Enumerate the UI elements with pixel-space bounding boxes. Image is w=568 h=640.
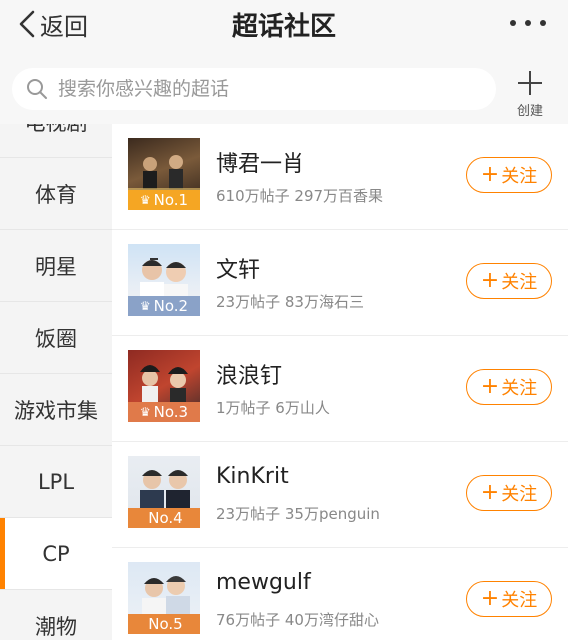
rank-badge: No.4 bbox=[128, 508, 200, 528]
top-nav-bar: 返回 超话社区 bbox=[0, 0, 568, 56]
search-bar-row: 创建 bbox=[0, 56, 568, 124]
crown-icon: ♛ bbox=[139, 299, 151, 313]
list-item[interactable]: No.5 mewgulf 76万帖子 40万湾仔甜心 + 关注 bbox=[112, 548, 568, 640]
sidebar-item-label: 饭圈 bbox=[35, 326, 77, 351]
list-item[interactable]: ♛ No.1 博君一肖 610万帖子 297万百香果 + 关注 bbox=[112, 124, 568, 230]
topic-name: KinKrit bbox=[216, 464, 289, 489]
crown-icon: ♛ bbox=[139, 405, 151, 419]
sidebar-item-lpl[interactable]: LPL bbox=[0, 446, 112, 518]
follow-label: 关注 bbox=[501, 590, 538, 611]
create-label: 创建 bbox=[516, 104, 543, 119]
topic-cover-image: ♛ No.3 bbox=[128, 350, 200, 422]
topic-cover-image: ♛ No.1 bbox=[128, 138, 200, 210]
search-box[interactable] bbox=[12, 68, 496, 110]
topic-cover-image: ♛ No.2 bbox=[128, 244, 200, 316]
follow-label: 关注 bbox=[501, 378, 538, 399]
topic-cover-image: No.4 bbox=[128, 456, 200, 528]
follow-button[interactable]: + 关注 bbox=[466, 369, 552, 405]
list-item[interactable]: ♛ No.3 浪浪钉 1万帖子 6万山人 + 关注 bbox=[112, 336, 568, 442]
follow-label: 关注 bbox=[501, 272, 538, 293]
rank-label: No.5 bbox=[148, 615, 183, 633]
list-item[interactable]: ♛ No.2 文轩 23万帖子 83万海石三 + 关注 bbox=[112, 230, 568, 336]
plus-icon: + bbox=[480, 162, 500, 187]
follow-button[interactable]: + 关注 bbox=[466, 475, 552, 511]
follow-button[interactable]: + 关注 bbox=[466, 581, 552, 617]
rank-badge: ♛ No.2 bbox=[128, 296, 200, 316]
sidebar-item-label: 明星 bbox=[35, 254, 77, 279]
follow-button[interactable]: + 关注 bbox=[466, 157, 552, 193]
sidebar-item-label: 游戏市集 bbox=[14, 398, 98, 423]
topic-list: ♛ No.1 博君一肖 610万帖子 297万百香果 + 关注 ♛ No.2 文轩 2… bbox=[112, 124, 568, 640]
topic-name: 浪浪钉 bbox=[216, 364, 283, 389]
sidebar-item-label: 体育 bbox=[35, 182, 77, 207]
sidebar-item-tv[interactable]: 电视剧 bbox=[0, 124, 112, 158]
rank-badge: ♛ No.1 bbox=[128, 190, 200, 210]
topic-name: 文轩 bbox=[216, 258, 261, 283]
sidebar-item-game-market[interactable]: 游戏市集 bbox=[0, 374, 112, 446]
topic-stats: 23万帖子 35万penguin bbox=[216, 505, 380, 523]
search-input[interactable] bbox=[56, 77, 460, 101]
page-title: 超话社区 bbox=[231, 12, 336, 42]
sidebar-item-celebrities[interactable]: 明星 bbox=[0, 230, 112, 302]
crown-icon: ♛ bbox=[139, 193, 151, 207]
rank-badge: ♛ No.3 bbox=[128, 402, 200, 422]
topic-name: 博君一肖 bbox=[216, 152, 305, 177]
sidebar-item-fandom[interactable]: 饭圈 bbox=[0, 302, 112, 374]
search-icon bbox=[27, 79, 47, 99]
sidebar-item-label: CP bbox=[42, 541, 70, 566]
plus-icon: + bbox=[480, 374, 500, 399]
list-item[interactable]: No.4 KinKrit 23万帖子 35万penguin + 关注 bbox=[112, 442, 568, 548]
sidebar-item-trends[interactable]: 潮物 bbox=[0, 590, 112, 640]
sidebar-item-label: 潮物 bbox=[35, 614, 77, 639]
follow-label: 关注 bbox=[501, 166, 538, 187]
rank-label: No.1 bbox=[153, 191, 189, 209]
topic-stats: 76万帖子 40万湾仔甜心 bbox=[216, 611, 379, 629]
sidebar-item-cp[interactable]: CP bbox=[0, 518, 112, 590]
create-button[interactable]: 创建 bbox=[506, 68, 554, 120]
plus-icon: + bbox=[480, 586, 500, 611]
sidebar-item-label: LPL bbox=[37, 469, 75, 494]
topic-stats: 610万帖子 297万百香果 bbox=[216, 187, 384, 205]
plus-icon bbox=[518, 71, 542, 95]
more-options-icon[interactable] bbox=[510, 12, 546, 34]
topic-stats: 1万帖子 6万山人 bbox=[216, 399, 330, 417]
sidebar-item-label: 电视剧 bbox=[25, 124, 88, 137]
sidebar-item-sports[interactable]: 体育 bbox=[0, 158, 112, 230]
topic-name: mewgulf bbox=[216, 570, 311, 595]
topic-cover-image: No.5 bbox=[128, 562, 200, 634]
follow-button[interactable]: + 关注 bbox=[466, 263, 552, 299]
plus-icon: + bbox=[480, 480, 500, 505]
rank-label: No.4 bbox=[148, 509, 183, 527]
plus-icon: + bbox=[480, 268, 500, 293]
rank-label: No.2 bbox=[153, 297, 189, 315]
topic-stats: 23万帖子 83万海石三 bbox=[216, 293, 364, 311]
rank-badge: No.5 bbox=[128, 614, 200, 634]
rank-label: No.3 bbox=[153, 403, 189, 421]
category-sidebar: 电视剧 体育 明星 饭圈 游戏市集 LPL CP 潮物 bbox=[0, 124, 112, 640]
follow-label: 关注 bbox=[501, 484, 538, 505]
